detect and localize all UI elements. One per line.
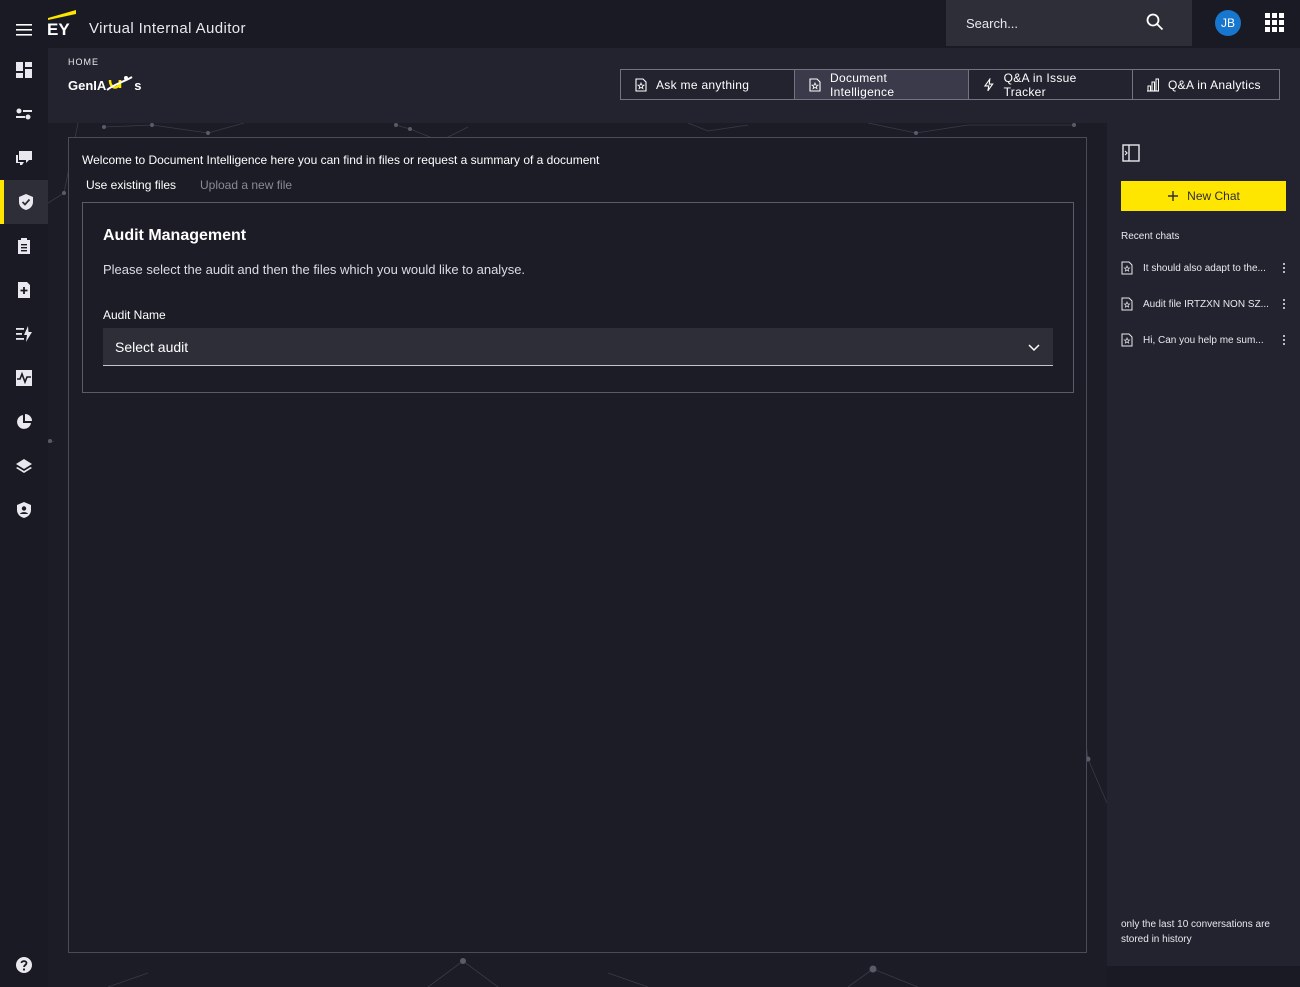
chat-history-panel: New Chat Recent chats It should also ada… (1107, 123, 1300, 966)
genias-logo: GenIA s (68, 73, 142, 97)
clipboard-icon (18, 238, 30, 254)
bar-chart-icon (1147, 78, 1159, 92)
genias-logo-mark (106, 76, 133, 91)
document-star-icon (809, 77, 821, 92)
tab-document-intelligence[interactable]: Document Intelligence (795, 70, 969, 99)
collapse-panel-icon[interactable] (1122, 144, 1140, 162)
tab-upload-new-file[interactable]: Upload a new file (200, 178, 292, 202)
genias-logo-suffix: s (134, 77, 142, 93)
audit-name-select[interactable]: Select audit (103, 328, 1053, 366)
ey-logo[interactable]: EY (46, 6, 78, 40)
recent-chat-item[interactable]: It should also adapt to the... (1121, 258, 1289, 278)
welcome-message: Welcome to Document Intelligence here yo… (82, 153, 600, 167)
history-note: only the last 10 conversations are store… (1121, 919, 1270, 945)
new-chat-button[interactable]: New Chat (1121, 181, 1286, 211)
mode-tabs: Ask me anything Document Intelligence Q&… (620, 69, 1280, 100)
svg-text:EY: EY (47, 20, 70, 39)
breadcrumb[interactable]: HOME (68, 57, 99, 67)
chat-icon (16, 151, 32, 165)
tab-ask-me-anything[interactable]: Ask me anything (621, 70, 795, 99)
nav-chat[interactable] (0, 136, 48, 180)
plus-icon (1168, 191, 1179, 201)
search-icon[interactable] (1146, 13, 1164, 31)
lightning-icon (983, 77, 994, 91)
recent-chat-item[interactable]: Audit file IRTZXN NON SZ... (1121, 294, 1289, 314)
nav-user-shield[interactable] (0, 488, 48, 532)
more-vertical-icon[interactable] (1279, 298, 1289, 310)
document-star-icon (635, 77, 647, 92)
chevron-down-icon (1028, 344, 1040, 352)
tab-qa-issue-tracker[interactable]: Q&A in Issue Tracker (969, 70, 1133, 99)
pie-chart-icon (17, 414, 32, 429)
document-intelligence-panel: Welcome to Document Intelligence here yo… (68, 137, 1087, 953)
document-star-icon (1121, 261, 1133, 275)
nav-document-add[interactable] (0, 268, 48, 312)
card-description: Please select the audit and then the fil… (103, 262, 526, 277)
app-title: Virtual Internal Auditor (89, 20, 246, 37)
nav-activity[interactable] (0, 356, 48, 400)
select-value: Select audit (115, 339, 189, 355)
top-bar: EY Virtual Internal Auditor JB (0, 0, 1300, 48)
nav-issues[interactable] (0, 312, 48, 356)
more-vertical-icon[interactable] (1279, 262, 1289, 274)
tab-use-existing-files[interactable]: Use existing files (82, 178, 181, 204)
apps-grid-icon[interactable] (1265, 13, 1284, 32)
recent-chats-title: Recent chats (1121, 231, 1180, 242)
user-shield-icon (17, 502, 31, 518)
nav-layers[interactable] (0, 444, 48, 488)
nav-dashboard[interactable] (0, 48, 48, 92)
activity-icon (16, 370, 32, 386)
nav-help[interactable] (0, 943, 48, 987)
settings-sliders-icon (16, 108, 32, 120)
document-add-icon (18, 282, 30, 298)
dashboard-icon (16, 62, 32, 78)
list-lightning-icon (16, 326, 32, 342)
help-icon (16, 957, 32, 973)
shield-check-icon (19, 194, 33, 210)
hamburger-menu-icon[interactable] (12, 18, 36, 42)
layers-icon (16, 459, 32, 473)
document-star-icon (1121, 297, 1133, 311)
tab-qa-analytics[interactable]: Q&A in Analytics (1133, 70, 1279, 99)
nav-settings[interactable] (0, 92, 48, 136)
left-navigation (0, 48, 48, 987)
nav-security[interactable] (0, 180, 48, 224)
card-title: Audit Management (103, 227, 247, 244)
nav-clipboard[interactable] (0, 224, 48, 268)
document-star-icon (1121, 333, 1133, 347)
nav-analytics[interactable] (0, 400, 48, 444)
main-content: Welcome to Document Intelligence here yo… (48, 123, 1107, 987)
sub-header: HOME GenIA s Ask me anything Document In… (48, 48, 1300, 123)
user-avatar[interactable]: JB (1215, 10, 1241, 36)
recent-chat-item[interactable]: Hi, Can you help me sum... (1121, 330, 1289, 350)
audit-name-label: Audit Name (103, 308, 166, 322)
genias-logo-text: GenIA (68, 77, 107, 93)
more-vertical-icon[interactable] (1279, 334, 1289, 346)
search-input[interactable] (966, 14, 1146, 32)
audit-management-card: Audit Management Please select the audit… (82, 202, 1074, 393)
